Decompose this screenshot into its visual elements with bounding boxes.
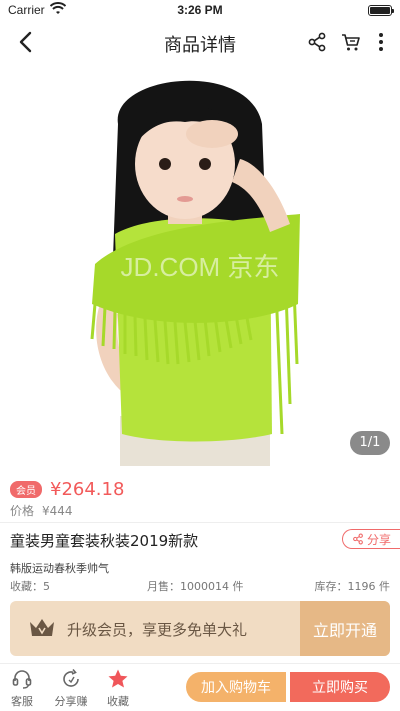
image-counter: 1/1 xyxy=(350,431,390,455)
clock: 3:26 PM xyxy=(177,3,223,17)
tab-label: 客服 xyxy=(11,695,33,708)
original-price-label: 价格 xyxy=(10,504,35,518)
add-to-cart-button[interactable]: 加入购物车 xyxy=(186,672,286,702)
share-icon[interactable] xyxy=(306,31,328,53)
tab-label: 分享赚 xyxy=(54,695,88,708)
tab-favorite[interactable]: 收藏 xyxy=(98,668,138,709)
tab-customer-service[interactable]: 客服 xyxy=(2,668,42,709)
watermark: JD.COM 京东 xyxy=(121,252,280,282)
tab-share-earn[interactable]: 分享赚 xyxy=(50,668,92,709)
monthly-sales: 月售：1000014 件 xyxy=(147,580,244,593)
original-price: 价格 ¥444 xyxy=(10,502,73,519)
product-image[interactable]: JD.COM 京东 1/1 xyxy=(0,64,400,466)
more-icon[interactable] xyxy=(370,31,392,53)
share-label: 分享 xyxy=(366,532,391,547)
cart-icon[interactable] xyxy=(340,31,362,53)
stock-count: 库存：1196 件 xyxy=(314,580,391,593)
vip-price: ¥264.18 xyxy=(50,478,125,500)
product-photo: JD.COM 京东 xyxy=(90,80,300,466)
open-membership-button[interactable]: 立即开通 xyxy=(300,601,390,656)
crown-icon xyxy=(30,619,54,636)
product-title: 童装男童套装秋装2019新款 xyxy=(10,532,199,550)
buy-now-button[interactable]: 立即购买 xyxy=(290,672,390,702)
favorites-count: 收藏：5 xyxy=(10,580,50,593)
star-icon xyxy=(108,669,128,688)
status-bar: Carrier 3:26 PM xyxy=(0,0,400,20)
tab-label: 收藏 xyxy=(107,695,129,708)
member-banner[interactable]: 升级会员，享更多免单大礼 立即开通 xyxy=(10,601,390,656)
battery-icon xyxy=(368,5,394,16)
stats-row: 收藏：5 月售：1000014 件 库存：1196 件 xyxy=(10,578,390,594)
vip-badge: 会员 xyxy=(10,480,42,498)
divider xyxy=(0,522,400,523)
share-button[interactable]: 分享 xyxy=(342,529,400,549)
nav-bar: 商品详情 xyxy=(0,20,400,64)
share-small-icon xyxy=(353,533,363,545)
original-price-value: ¥444 xyxy=(42,504,73,518)
member-banner-text: 升级会员，享更多免单大礼 xyxy=(67,621,248,639)
price-row: 会员 ¥264.18 xyxy=(10,478,124,500)
bottom-bar: 客服 分享赚 收藏 加入购物车 立即购买 xyxy=(0,663,400,711)
product-subtitle: 韩版运动春秋季帅气 xyxy=(10,562,109,575)
headset-icon xyxy=(12,670,32,689)
share-earn-icon xyxy=(63,668,79,687)
